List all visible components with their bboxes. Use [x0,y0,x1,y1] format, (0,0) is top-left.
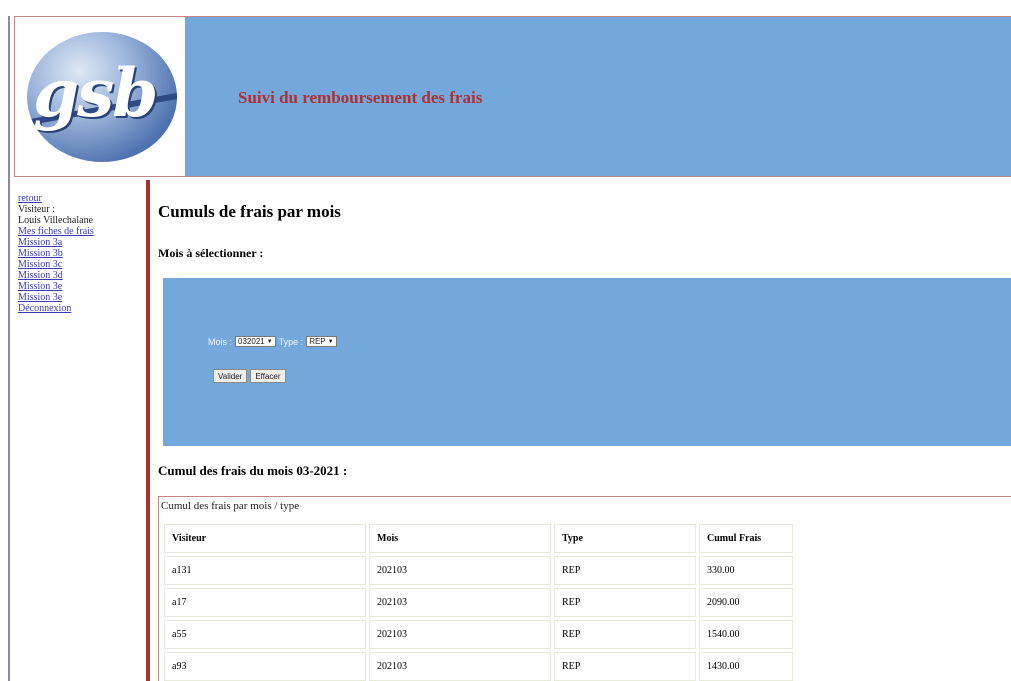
month-select-value: 032021 [238,337,265,346]
cell-visiteur: a131 [164,556,366,585]
main-content: Cumuls de frais par mois Mois à sélectio… [158,180,1011,681]
cell-cumul: 2090.00 [699,588,793,617]
sidebar-item-mission-3b[interactable]: Mission 3b [18,248,142,259]
col-header-mois: Mois [369,524,551,553]
cell-type: REP [554,588,696,617]
chevron-down-icon: ▼ [266,338,273,345]
logo-oval: gsb [27,32,177,162]
col-header-cumul: Cumul Frais [699,524,793,553]
sidebar-item-mission-3d[interactable]: Mission 3d [18,270,142,281]
table-row: a93 202103 REP 1430.00 [164,652,793,681]
cell-cumul: 330.00 [699,556,793,585]
cell-type: REP [554,620,696,649]
cell-type: REP [554,652,696,681]
table-row: a17 202103 REP 2090.00 [164,588,793,617]
visitor-name: Louis Villechalane [18,215,94,226]
table-frame: Cumul des frais par mois / type Visiteur… [158,496,1011,681]
col-header-visiteur: Visiteur [164,524,366,553]
sidebar-item-mes-fiches[interactable]: Mes fiches de frais [18,226,142,237]
frame-divider [8,16,10,681]
type-select-value: REP [309,337,326,346]
visitor-label: Visiteur : [18,204,55,215]
table-row: a131 202103 REP 330.00 [164,556,793,585]
sidebar-item-mission-3c[interactable]: Mission 3c [18,259,142,270]
cell-visiteur: a55 [164,620,366,649]
button-row: Valider Effacer [213,369,286,383]
data-table: Visiteur Mois Type Cumul Frais a131 2021… [161,521,796,681]
content-divider [146,180,150,681]
sidebar-item-mission-3e-2[interactable]: Mission 3e [18,292,142,303]
logo: gsb [15,17,185,176]
table-caption: Cumul des frais par mois / type [161,500,300,512]
cell-mois: 202103 [369,652,551,681]
return-link[interactable]: retour [18,193,142,204]
header: gsb Suivi du remboursement des frais [14,16,1011,177]
chevron-down-icon: ▼ [327,338,334,345]
type-select[interactable]: REP ▼ [306,336,337,347]
sidebar: retour Visiteur : Louis Villechalane Mes… [18,193,142,314]
table-row: a55 202103 REP 1540.00 [164,620,793,649]
cell-type: REP [554,556,696,585]
validate-button[interactable]: Valider [213,369,248,383]
cell-visiteur: a17 [164,588,366,617]
filter-panel: Mois : 032021 ▼ Type : REP ▼ Valider Eff… [163,278,1011,446]
sidebar-item-logout[interactable]: Déconnexion [18,303,142,314]
filter-row: Mois : 032021 ▼ Type : REP ▼ [208,336,337,347]
sidebar-item-mission-3a[interactable]: Mission 3a [18,237,142,248]
cell-mois: 202103 [369,620,551,649]
cell-mois: 202103 [369,556,551,585]
type-label: Type : [278,336,304,347]
site-title: Suivi du remboursement des frais [238,88,483,107]
month-label: Mois : [208,336,233,347]
cumul-heading: Cumul des frais du mois 03-2021 : [158,463,348,478]
table-header-row: Visiteur Mois Type Cumul Frais [164,524,793,553]
cell-visiteur: a93 [164,652,366,681]
page-title: Cumuls de frais par mois [158,202,341,221]
cell-cumul: 1430.00 [699,652,793,681]
header-banner: Suivi du remboursement des frais [185,17,1011,176]
cell-cumul: 1540.00 [699,620,793,649]
sidebar-item-mission-3e[interactable]: Mission 3e [18,281,142,292]
col-header-type: Type [554,524,696,553]
cell-mois: 202103 [369,588,551,617]
logo-text: gsb [33,54,158,132]
month-heading: Mois à sélectionner : [158,246,264,260]
page: gsb Suivi du remboursement des frais ret… [0,0,1011,681]
month-select[interactable]: 032021 ▼ [235,336,276,347]
clear-button[interactable]: Effacer [250,369,286,383]
